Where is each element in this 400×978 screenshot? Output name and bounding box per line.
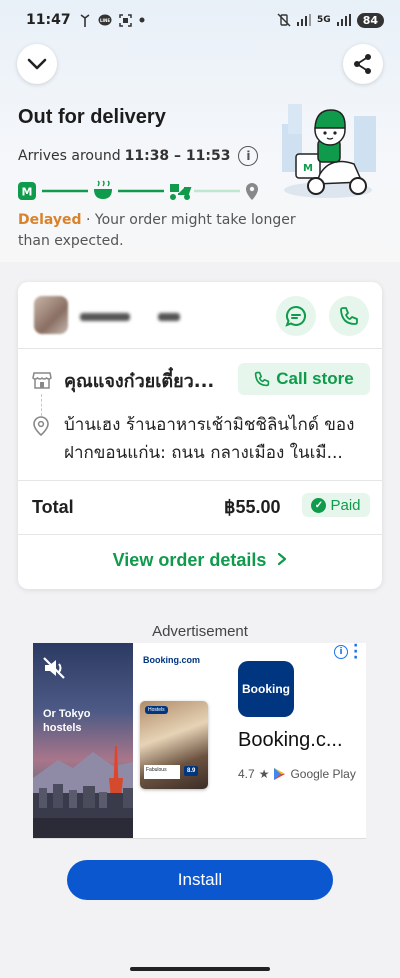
call-store-label: Call store [276, 369, 354, 388]
delivery-address: บ้านเฮง ร้านอาหารเช้ามิชชิลินไกด์ ของ ฝา… [64, 415, 355, 463]
svg-text:LINE: LINE [100, 18, 110, 23]
share-icon [354, 54, 371, 74]
status-right: 5G 84 [277, 12, 384, 28]
status-bar: 11:47 LINE 5G 84 [0, 0, 400, 40]
view-order-details-link[interactable]: View order details [18, 550, 382, 571]
share-button[interactable] [343, 44, 383, 84]
mute-icon[interactable] [43, 657, 67, 679]
hostel-photo: Hostels Fabulous 8.9 [140, 701, 208, 789]
antenna-icon [80, 14, 90, 27]
phone-icon [340, 307, 358, 325]
order-card: คุณแจงก๋วยเตี๋ยว... Call store บ้านเฮง ร… [18, 282, 382, 589]
star-icon: ★ [258, 767, 270, 781]
avatar [34, 296, 68, 334]
network-type-label: 5G [317, 15, 331, 25]
view-details-label: View order details [112, 550, 267, 570]
phone-icon [255, 371, 270, 387]
call-rider-button[interactable] [329, 296, 369, 336]
delay-notice: Delayed · Your order might take longer t… [18, 210, 318, 252]
signal-icon-2 [336, 14, 351, 26]
ad-banner[interactable]: Or Tokyo hostels Booking.com Hostels Fab… [33, 643, 366, 838]
status-time: 11:47 [26, 12, 71, 28]
store-front-icon [32, 372, 52, 389]
delayed-tag: Delayed [18, 212, 82, 228]
info-icon[interactable]: i [238, 146, 259, 166]
svg-text:M: M [22, 186, 33, 199]
ad-hotel-preview[interactable]: Booking.com Hostels Fabulous 8.9 [133, 643, 228, 838]
delivery-scooter-icon [170, 184, 192, 200]
line-app-icon: LINE [98, 14, 112, 25]
dot-icon [139, 17, 145, 23]
ad-divider [33, 838, 366, 839]
store-name: คุณแจงก๋วยเตี๋ยว... [64, 371, 215, 392]
chevron-right-icon [278, 552, 287, 566]
collapse-button[interactable] [17, 44, 57, 84]
notification-icons: LINE [79, 13, 145, 27]
ad-rating-row: 4.7 ★ Google Play [238, 767, 356, 781]
rating-value: 4.7 [238, 767, 255, 781]
rider-name-blurred [80, 313, 130, 321]
eta-row: Arrives around 11:38 – 11:53 i [18, 146, 259, 166]
eta-prefix: Arrives around [18, 148, 121, 164]
google-play-icon [274, 768, 286, 780]
page-title: Out for delivery [18, 106, 166, 128]
ad-more-icon[interactable]: · · · [353, 643, 358, 665]
location-pin-icon [246, 183, 258, 200]
booking-app-icon[interactable]: Booking [238, 661, 294, 717]
svg-text:M: M [303, 163, 313, 174]
ad-info-icon[interactable]: i [334, 645, 348, 659]
delivery-progress: M [18, 180, 258, 200]
scan-icon [118, 13, 132, 27]
ad-video[interactable]: Or Tokyo hostels [33, 643, 133, 838]
check-icon: ✓ [311, 497, 327, 513]
food-bowl-icon [94, 180, 112, 199]
review-label: Fabulous [144, 765, 180, 779]
hostels-chip: Hostels [145, 706, 168, 714]
call-store-button[interactable]: Call store [238, 363, 370, 395]
chevron-down-icon [27, 58, 47, 70]
battery-indicator: 84 [356, 12, 384, 28]
chat-rider-button[interactable] [276, 296, 316, 336]
review-score: 8.9 [184, 766, 199, 776]
booking-brand-text: Booking.com [143, 655, 201, 665]
route-connector [41, 394, 42, 416]
advertisement-label: Advertisement [152, 623, 248, 640]
paid-label: Paid [330, 496, 361, 514]
total-amount: ฿55.00 [224, 497, 281, 517]
vibrate-mute-icon [277, 13, 291, 27]
delivery-rider-illustration: M [282, 104, 376, 198]
divider [18, 480, 382, 481]
home-gesture-bar[interactable] [130, 967, 270, 971]
store-name: Google Play [290, 767, 356, 781]
skyline-image [33, 746, 133, 838]
chat-icon [285, 305, 306, 327]
nav-bar-area [0, 950, 400, 978]
rider-plate-blurred [158, 313, 180, 321]
eta-time: 11:38 – 11:53 [124, 148, 231, 164]
store-icon: M [18, 182, 36, 200]
ad-app-name[interactable]: Booking.c... [238, 729, 358, 752]
install-button[interactable]: Install [67, 860, 333, 900]
total-label: Total [32, 497, 74, 517]
divider [18, 348, 382, 349]
location-pin-icon [33, 416, 49, 436]
ad-caption: Or Tokyo hostels [43, 708, 91, 734]
divider [18, 534, 382, 535]
paid-badge: ✓ Paid [302, 493, 370, 517]
signal-icon-1 [297, 14, 312, 26]
